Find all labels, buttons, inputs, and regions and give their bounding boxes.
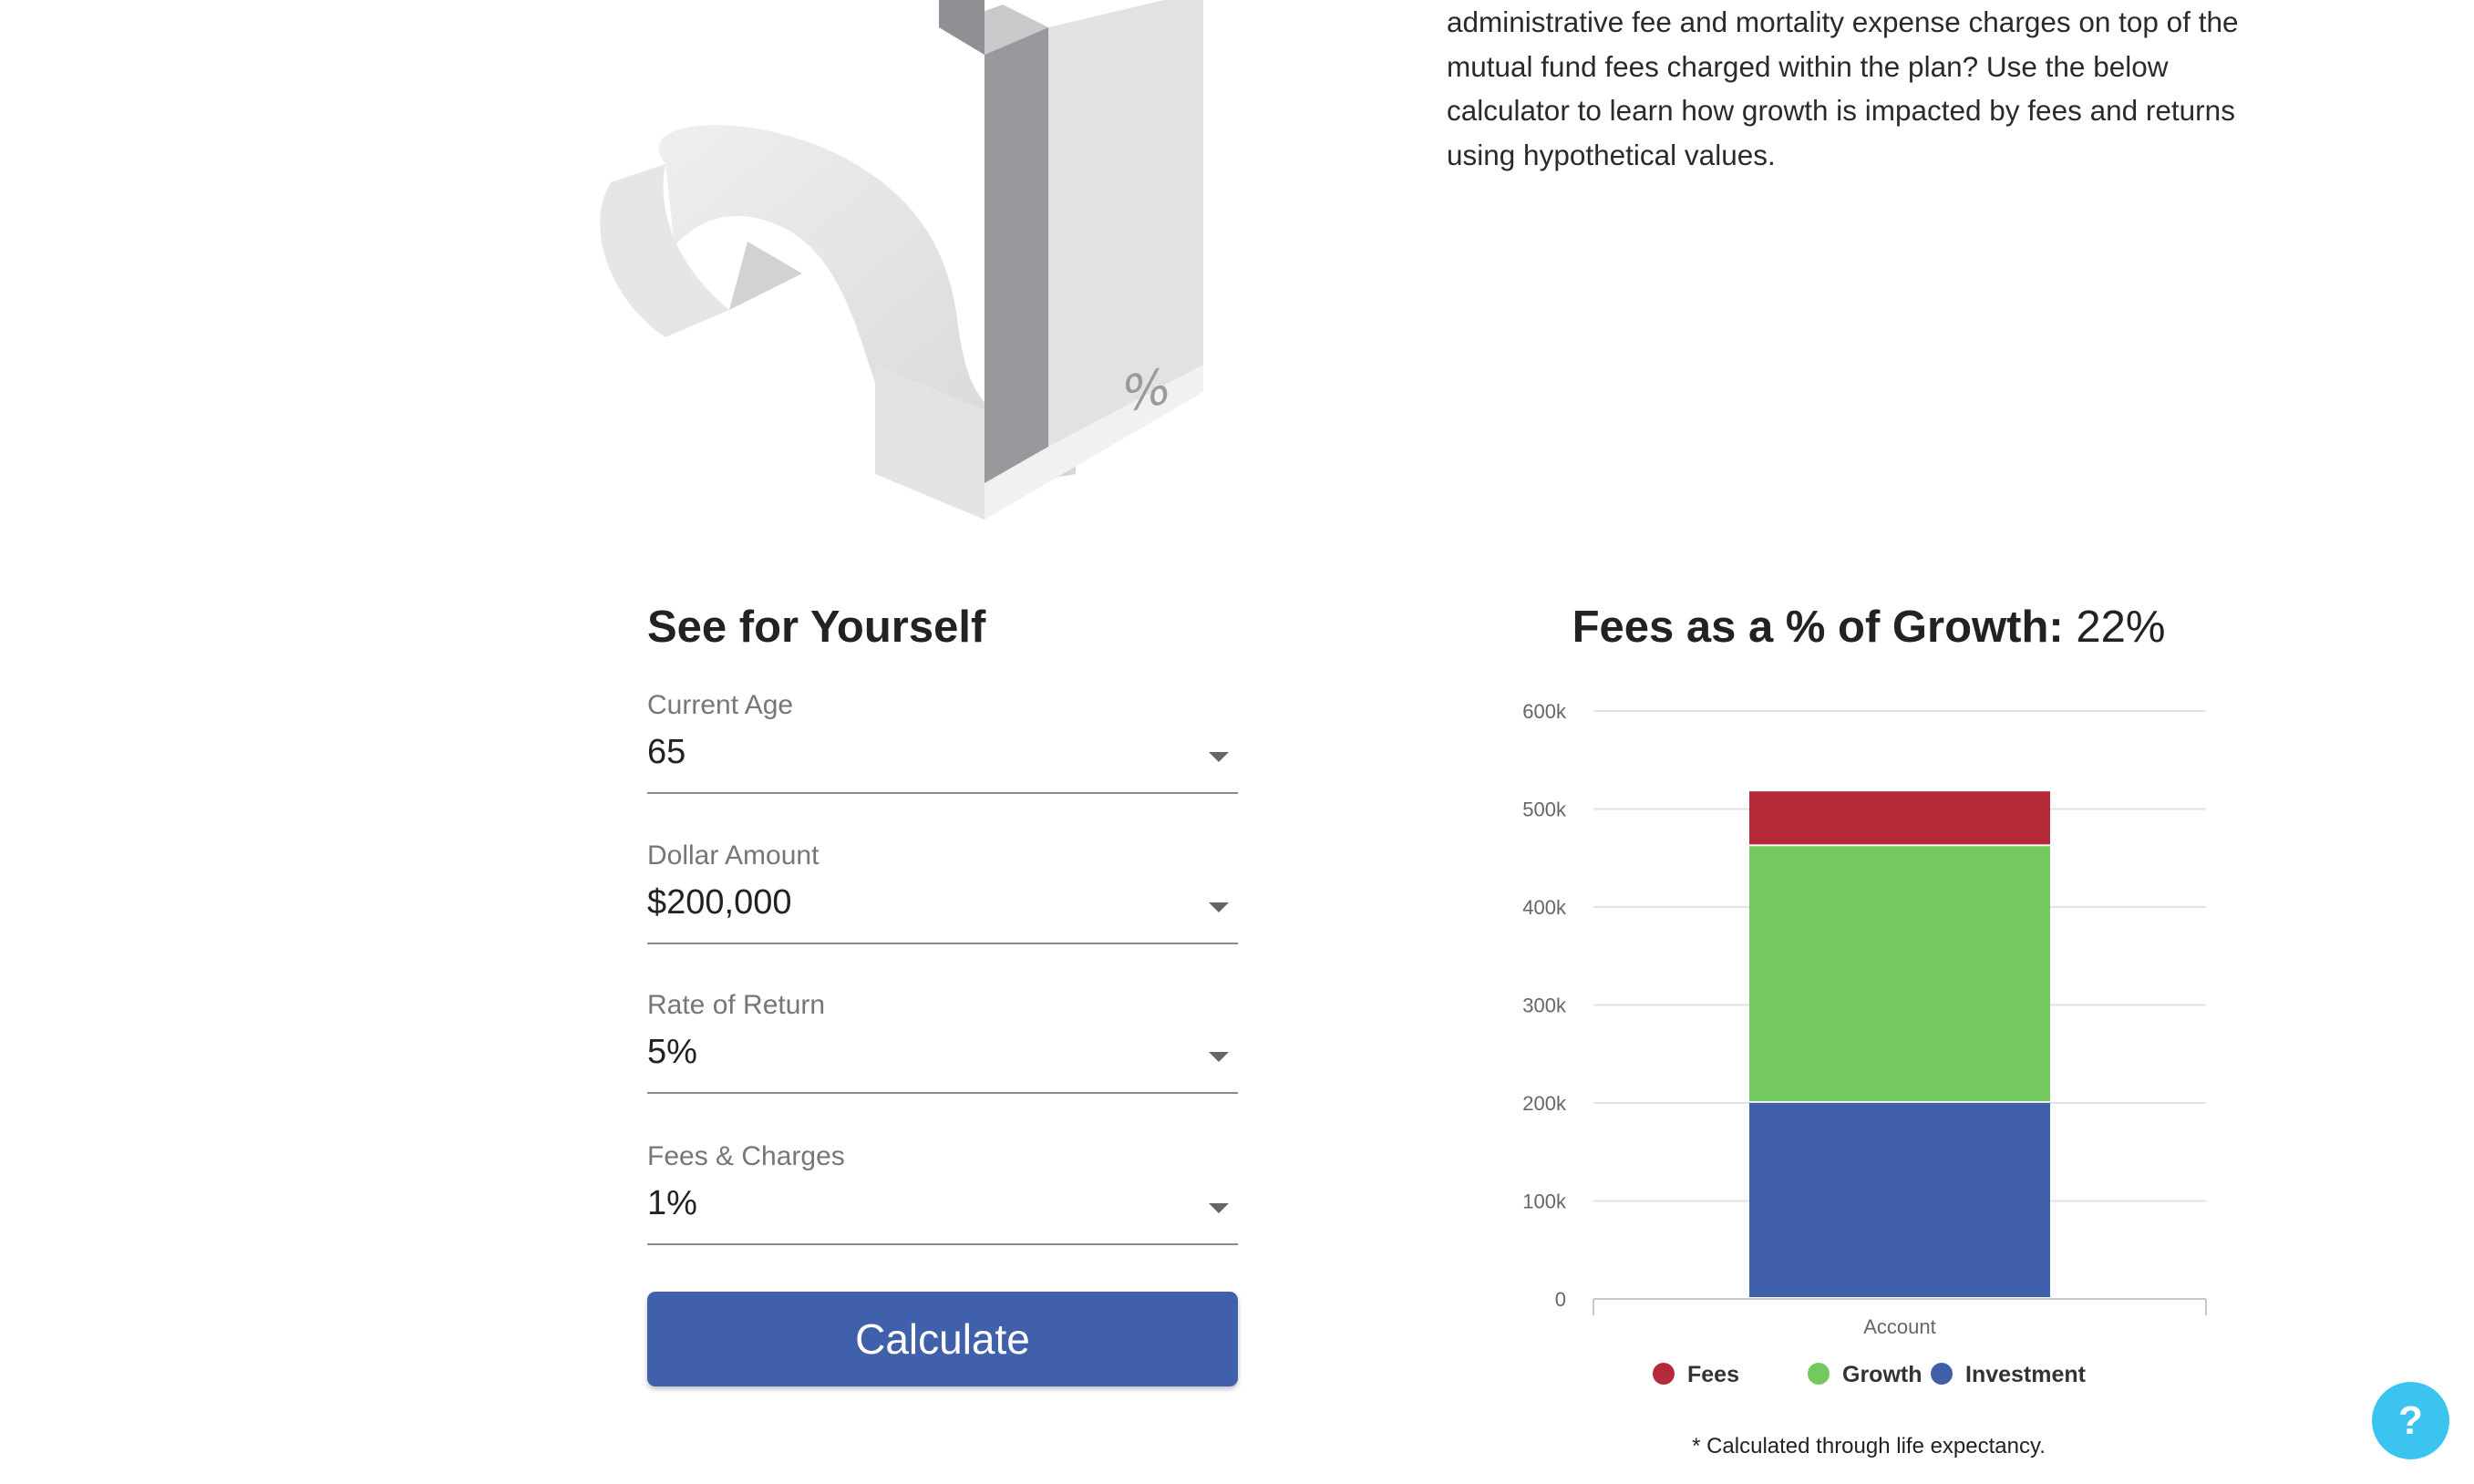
chart-title-value: 22% [2076,603,2166,652]
y-tick-label: 100k [1522,1190,1567,1213]
y-tick-label: 300k [1522,994,1567,1017]
field-underline [647,943,1238,944]
bar-segment-investment [1749,1103,2050,1297]
legend-marker [1931,1363,1953,1385]
chart-footnote: * Calculated through life expectancy. [1692,1434,2046,1458]
calculate-button[interactable]: Calculate [647,1292,1238,1386]
rate-of-return-label: Rate of Return [647,990,826,1020]
percent-glyph: % [1123,356,1170,424]
intro-line: using hypothetical values. [1447,138,1776,171]
y-tick-label: 600k [1522,700,1567,723]
current-age-value[interactable]: 65 [647,733,686,772]
legend-label: Investment [1965,1362,2087,1387]
fees-charges-value[interactable]: 1% [647,1184,697,1223]
field-underline [647,1243,1238,1245]
fees-charges-label: Fees & Charges [647,1141,845,1171]
dropdown-arrow-icon[interactable] [1209,1203,1229,1213]
y-tick-label: 200k [1522,1092,1567,1115]
fees-growth-chart: 0 100k 200k 300k 400k 500k 600k Account Fees Grow… [1522,700,2207,1387]
percent-illustration-icon: % [510,0,1240,547]
dropdown-arrow-icon[interactable] [1209,752,1229,762]
intro-line: administrative fee and mortality expense… [1447,5,2239,38]
fees-charges-select[interactable]: Fees & Charges 1% [647,1141,1238,1251]
legend-label: Fees [1687,1362,1739,1387]
intro-line: mutual fund fees charged within the plan… [1447,49,2169,83]
legend-marker [1653,1363,1675,1385]
dollar-amount-label: Dollar Amount [647,840,820,871]
chart-title-label: Fees as a % of Growth: [1572,603,2064,652]
dropdown-arrow-icon[interactable] [1209,902,1229,912]
chart-title: Fees as a % of Growth: 22% [1404,602,2334,653]
current-age-label: Current Age [647,690,794,720]
y-tick-label: 400k [1522,896,1567,919]
y-tick-label: 0 [1555,1288,1566,1311]
field-underline [647,792,1238,794]
intro-line: calculator to learn how growth is impact… [1447,94,2235,127]
rate-of-return-value[interactable]: 5% [647,1033,697,1072]
dropdown-arrow-icon[interactable] [1209,1052,1229,1062]
dollar-amount-select[interactable]: Dollar Amount $200,000 [647,840,1238,950]
help-button[interactable]: ? [2372,1382,2449,1459]
bar-segment-fees [1749,791,2050,845]
form-title: See for Yourself [647,603,986,652]
current-age-select[interactable]: Current Age 65 [647,690,1238,799]
legend-label: Growth [1842,1362,1923,1387]
field-underline [647,1092,1238,1094]
legend-marker [1808,1363,1830,1385]
x-tick-label: Account [1863,1315,1936,1338]
bar-segment-growth [1749,846,2050,1101]
rate-of-return-select[interactable]: Rate of Return 5% [647,990,1238,1099]
y-tick-label: 500k [1522,799,1567,821]
intro-paragraph: administrative fee and mortality expense… [1447,0,2285,177]
dollar-amount-value[interactable]: $200,000 [647,883,792,922]
